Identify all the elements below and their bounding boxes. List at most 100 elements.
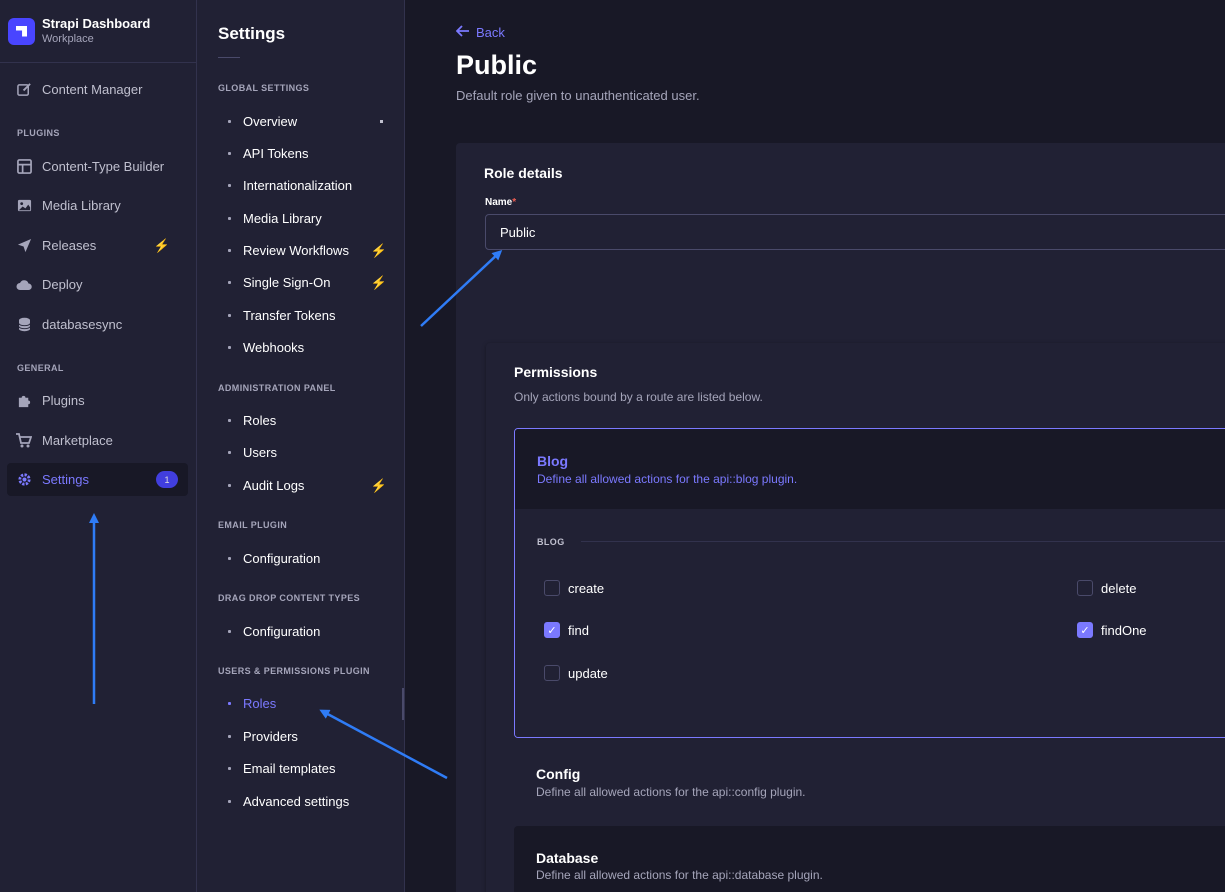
bullet-icon	[228, 249, 231, 252]
subnav-section-users-permissions: USERS & PERMISSIONS PLUGIN	[218, 666, 370, 676]
subnav-item-internationalization[interactable]: Internationalization	[228, 178, 393, 193]
cloud-icon	[16, 277, 32, 293]
bullet-icon	[228, 419, 231, 422]
subnav-item-overview[interactable]: Overview	[228, 114, 393, 129]
active-indicator	[402, 688, 404, 720]
nav-item-databasesync[interactable]: databasesync	[7, 308, 188, 341]
subnav-item-label: Transfer Tokens	[243, 308, 336, 323]
back-label: Back	[476, 25, 505, 40]
accordion-blog-header[interactable]: Blog Define all allowed actions for the …	[515, 429, 1225, 509]
back-link[interactable]: Back	[455, 24, 505, 41]
checkbox-box[interactable]	[544, 580, 560, 596]
subnav-item-label: API Tokens	[243, 146, 309, 161]
bullet-icon	[228, 630, 231, 633]
accordion-config[interactable]: Config Define all allowed actions for th…	[514, 746, 1225, 824]
gear-icon	[16, 472, 32, 488]
nav-item-label: Content Manager	[42, 82, 143, 97]
subnav-item-users[interactable]: Users	[228, 445, 393, 460]
checkbox-delete[interactable]: delete	[1077, 580, 1136, 596]
subnav-item-transfer-tokens[interactable]: Transfer Tokens	[228, 308, 393, 323]
subnav-title: Settings	[218, 24, 286, 43]
subnav-section-global-settings: GLOBAL SETTINGS	[218, 83, 310, 93]
accordion-title: Config	[536, 766, 581, 782]
bullet-icon	[228, 120, 231, 123]
accordion-blog: Blog Define all allowed actions for the …	[514, 428, 1225, 738]
bullet-icon	[228, 735, 231, 738]
subnav-item-advanced-settings[interactable]: Advanced settings	[228, 794, 393, 809]
bullet-icon	[228, 346, 231, 349]
checkmark-icon[interactable]: ✓	[544, 622, 560, 638]
checkbox-box[interactable]	[1077, 580, 1093, 596]
subnav-item-label: Users	[243, 445, 277, 460]
subnav-item-audit-logs[interactable]: Audit Logs ⚡	[228, 478, 393, 493]
subnav-item-media-library[interactable]: Media Library	[228, 211, 393, 226]
nav-item-content-type-builder[interactable]: Content-Type Builder	[7, 150, 188, 183]
nav-item-label: Media Library	[42, 198, 121, 213]
checkbox-box[interactable]	[544, 665, 560, 681]
subnav-item-label: Overview	[243, 114, 298, 129]
bullet-icon	[228, 557, 231, 560]
paper-plane-icon	[16, 238, 32, 254]
subnav-item-providers[interactable]: Providers	[228, 729, 393, 744]
subnav-item-up-roles[interactable]: Roles	[228, 696, 393, 711]
checkbox-label: delete	[1101, 580, 1137, 596]
subnav-item-webhooks[interactable]: Webhooks	[228, 340, 393, 355]
nav-item-content-manager[interactable]: Content Manager	[7, 73, 188, 106]
role-details-heading: Role details	[484, 165, 563, 181]
checkbox-label: find	[568, 622, 589, 638]
nav-item-label: Settings	[42, 472, 89, 487]
permissions-subtitle: Only actions bound by a route are listed…	[514, 390, 763, 404]
nav-item-releases[interactable]: Releases ⚡	[7, 229, 188, 262]
accordion-description: Define all allowed actions for the api::…	[536, 868, 823, 882]
nav-item-label: Marketplace	[42, 433, 113, 448]
bullet-icon	[228, 702, 231, 705]
subnav-item-email-configuration[interactable]: Configuration	[228, 551, 393, 566]
subnav-item-review-workflows[interactable]: Review Workflows ⚡	[228, 243, 393, 258]
nav-item-media-library[interactable]: Media Library	[7, 189, 188, 222]
lightning-icon: ⚡	[153, 237, 170, 253]
pen-square-icon	[16, 82, 32, 98]
settings-subnavigation: Settings GLOBAL SETTINGS Overview API To…	[197, 0, 405, 892]
nav-item-label: Releases	[42, 238, 97, 253]
subnav-item-label: Providers	[243, 729, 298, 744]
subnav-item-admin-roles[interactable]: Roles	[228, 413, 393, 428]
accordion-description: Define all allowed actions for the api::…	[536, 785, 806, 799]
checkbox-create[interactable]: create	[544, 580, 604, 596]
accordion-database[interactable]: Database Define all allowed actions for …	[514, 826, 1225, 892]
subnav-item-label: Roles	[243, 413, 277, 428]
subnav-item-dragdrop-configuration[interactable]: Configuration	[228, 624, 393, 639]
subnav-item-label: Configuration	[243, 551, 321, 566]
brand-subtitle: Workplace	[42, 33, 94, 45]
brand-header[interactable]: Strapi Dashboard Workplace	[0, 0, 196, 63]
checkbox-findone[interactable]: ✓ findOne	[1077, 622, 1147, 638]
nav-item-label: Content-Type Builder	[42, 159, 165, 174]
bullet-icon	[228, 184, 231, 187]
name-input[interactable]: Public	[485, 214, 1225, 250]
subnav-section-administration-panel: ADMINISTRATION PANEL	[218, 383, 336, 393]
subnav-item-label: Configuration	[243, 624, 321, 639]
nav-item-plugins[interactable]: Plugins	[7, 384, 188, 417]
checkbox-find[interactable]: ✓ find	[544, 622, 589, 638]
checkbox-update[interactable]: update	[544, 665, 608, 681]
subnav-item-label: Media Library	[243, 211, 322, 226]
group-label: BLOG	[537, 537, 565, 547]
subnav-item-single-sign-on[interactable]: Single Sign-On ⚡	[228, 275, 393, 290]
nav-item-marketplace[interactable]: Marketplace	[7, 424, 188, 457]
nav-item-deploy[interactable]: Deploy	[7, 268, 188, 301]
page-title: Public	[456, 50, 538, 80]
nav-item-settings[interactable]: Settings 1	[7, 463, 188, 496]
subnav-item-email-templates[interactable]: Email templates	[228, 761, 393, 776]
checkbox-label: update	[568, 665, 608, 681]
nav-item-label: databasesync	[42, 317, 123, 332]
lightning-icon: ⚡	[370, 477, 387, 493]
strapi-logo-icon	[8, 17, 35, 45]
bullet-icon	[228, 314, 231, 317]
subnav-section-email-plugin: EMAIL PLUGIN	[218, 520, 288, 530]
accordion-blog-body: BLOG create delete ✓ find ✓ findOne upda…	[515, 509, 1225, 737]
nav-section-plugins: PLUGINS	[17, 128, 60, 138]
subnav-item-api-tokens[interactable]: API Tokens	[228, 146, 393, 161]
permissions-card: Permissions Only actions bound by a rout…	[486, 343, 1225, 892]
checkmark-icon[interactable]: ✓	[1077, 622, 1093, 638]
indicator-dot-icon	[380, 120, 383, 123]
subnav-item-label: Review Workflows	[243, 243, 349, 258]
